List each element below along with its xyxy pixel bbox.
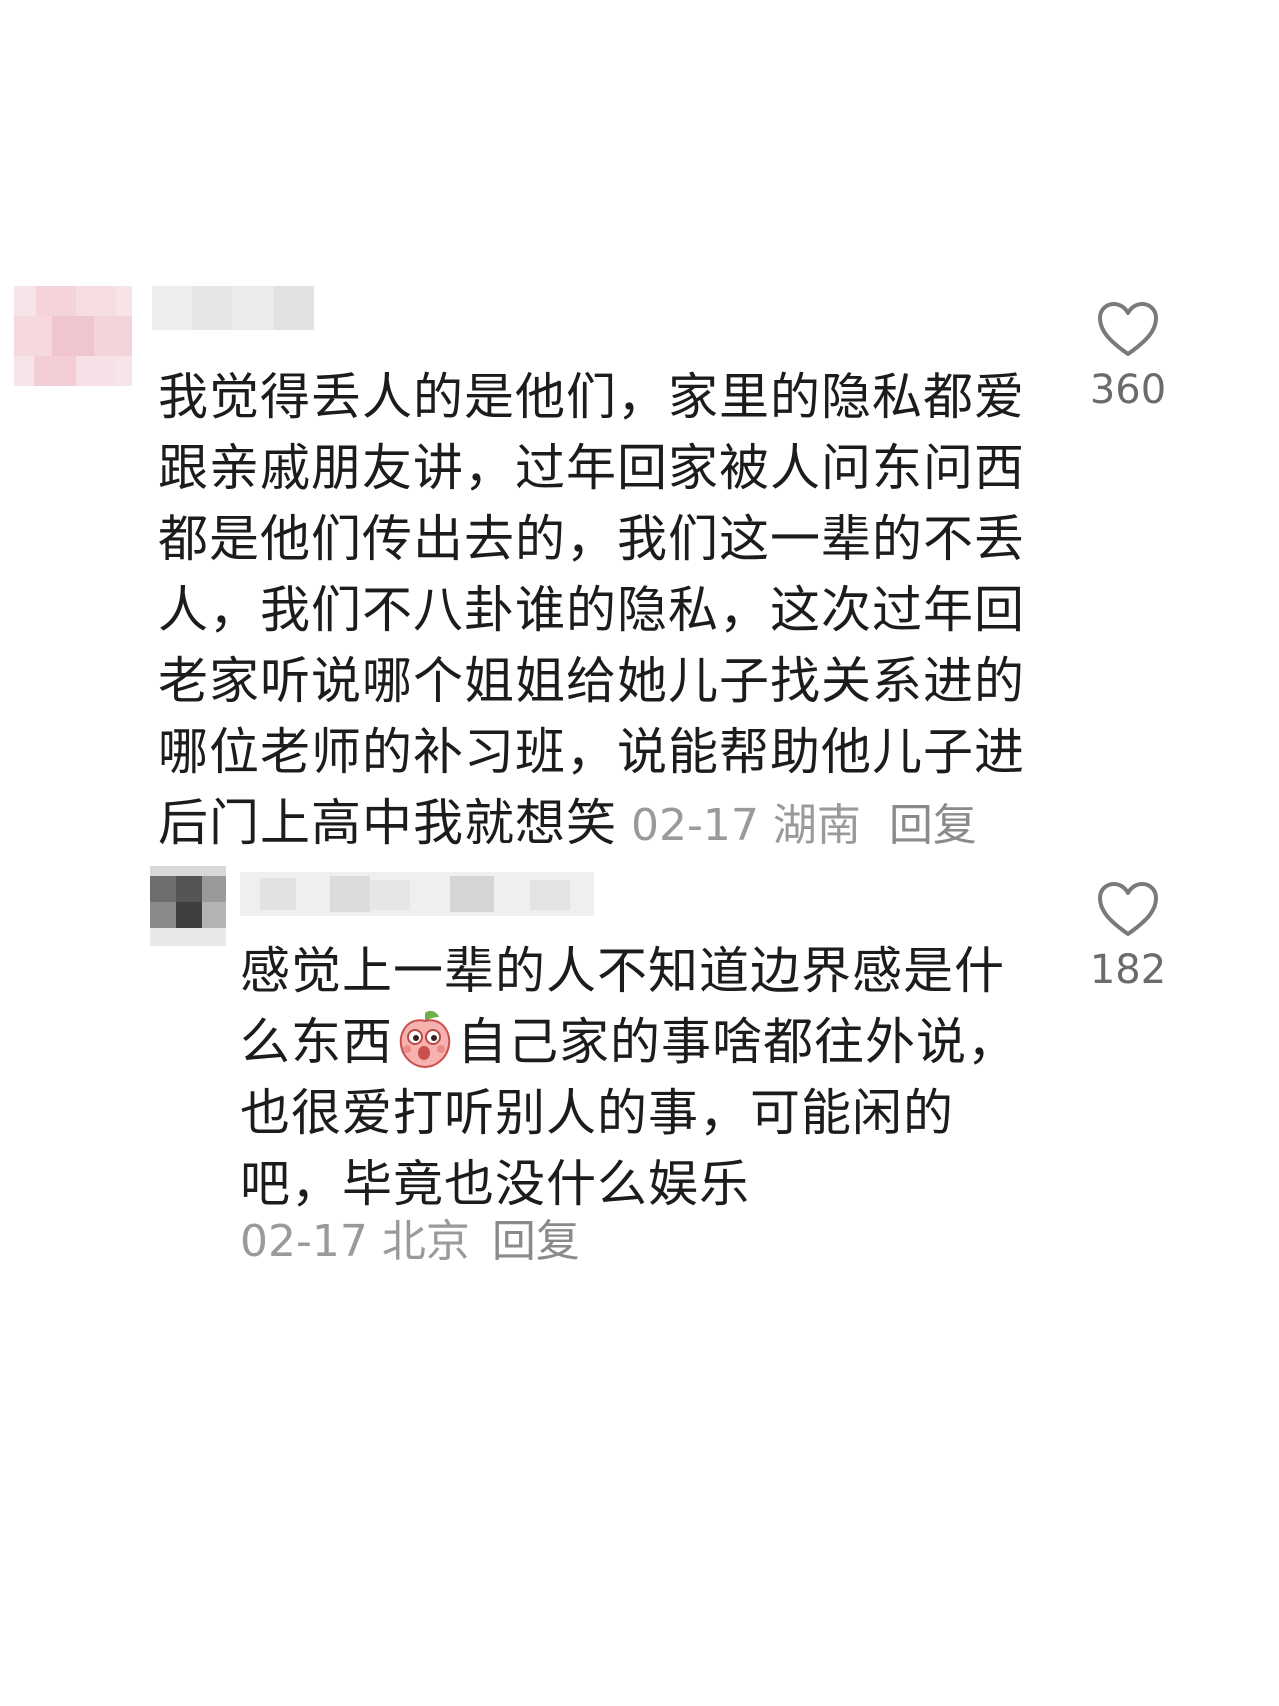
like-count: 182 <box>1089 947 1167 993</box>
reply-button[interactable]: 回复 <box>889 800 977 851</box>
avatar[interactable] <box>14 286 132 386</box>
heart-icon <box>1098 302 1158 356</box>
reply-text: 感觉上一辈的人不知道边界感是什么东西 自己家的事啥都往外说，也很爱打听别人的事，… <box>240 936 1030 1220</box>
like-count: 360 <box>1089 367 1167 413</box>
comment-body: 我觉得丢人的是他们，家里的隐私都爱跟亲戚朋友讲，过年回家被人问东问西都是他们传出… <box>158 368 1025 852</box>
reply-meta: 02-17 北京 回复 <box>240 1212 580 1272</box>
reply-button[interactable]: 回复 <box>492 1216 580 1267</box>
heart-icon <box>1098 882 1158 936</box>
avatar[interactable] <box>150 866 226 946</box>
reply-location: 北京 <box>381 1216 470 1267</box>
username[interactable] <box>152 286 314 330</box>
comment-location: 湖南 <box>772 800 861 851</box>
comment-meta: 02-17 湖南 回复 <box>617 800 977 851</box>
reply-date: 02-17 <box>240 1216 368 1267</box>
like-button[interactable]: 182 <box>1068 880 1188 994</box>
like-button[interactable]: 360 <box>1068 300 1188 414</box>
peach-emoji-icon <box>399 1010 451 1069</box>
comment-date: 02-17 <box>631 800 759 851</box>
comment-text: 我觉得丢人的是他们，家里的隐私都爱跟亲戚朋友讲，过年回家被人问东问西都是他们传出… <box>158 362 1038 861</box>
username[interactable] <box>240 872 594 916</box>
